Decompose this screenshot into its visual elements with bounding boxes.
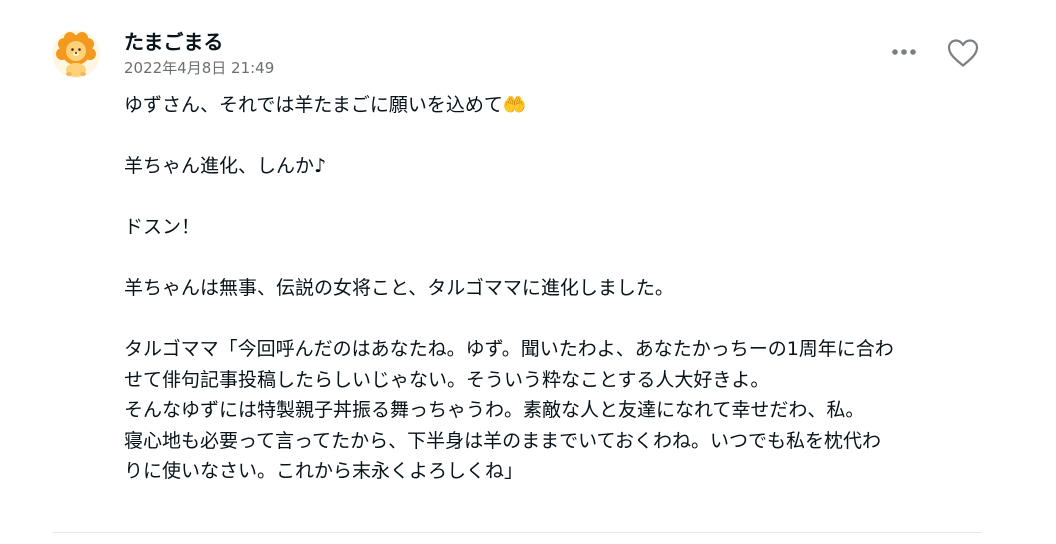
more-button[interactable] bbox=[884, 36, 924, 68]
user-avatar[interactable] bbox=[52, 30, 100, 78]
lion-avatar-icon bbox=[52, 30, 100, 78]
post-date: 2022年4月8日 21:49 bbox=[124, 59, 275, 77]
divider bbox=[52, 532, 982, 533]
comment-paragraph: タルゴママ「今回呼んだのはあなたね。ゆず。聞いたわよ、あなたかっちーの1周年に合… bbox=[124, 338, 894, 482]
heart-outline-icon bbox=[947, 39, 979, 67]
comment-paragraph: 羊ちゃん進化、しんか♪ bbox=[124, 155, 327, 177]
comment-card: たまごまる 2022年4月8日 21:49 ゆずさん、それでは羊たまごに願いを込… bbox=[0, 0, 1056, 544]
like-button[interactable] bbox=[940, 32, 986, 74]
comment-paragraph: 羊ちゃんは無事、伝説の女将こと、タルゴママに進化しました。 bbox=[124, 277, 674, 299]
more-horizontal-icon bbox=[892, 49, 916, 55]
comment-paragraph: ゆずさん、それでは羊たまごに願いを込めて🤲 bbox=[124, 94, 527, 116]
comment-paragraph: ドスン！ bbox=[124, 216, 201, 238]
comment-body: ゆずさん、それでは羊たまごに願いを込めて🤲 羊ちゃん進化、しんか♪ ドスン！ 羊… bbox=[124, 90, 964, 487]
author-name[interactable]: たまごまる bbox=[124, 28, 223, 56]
